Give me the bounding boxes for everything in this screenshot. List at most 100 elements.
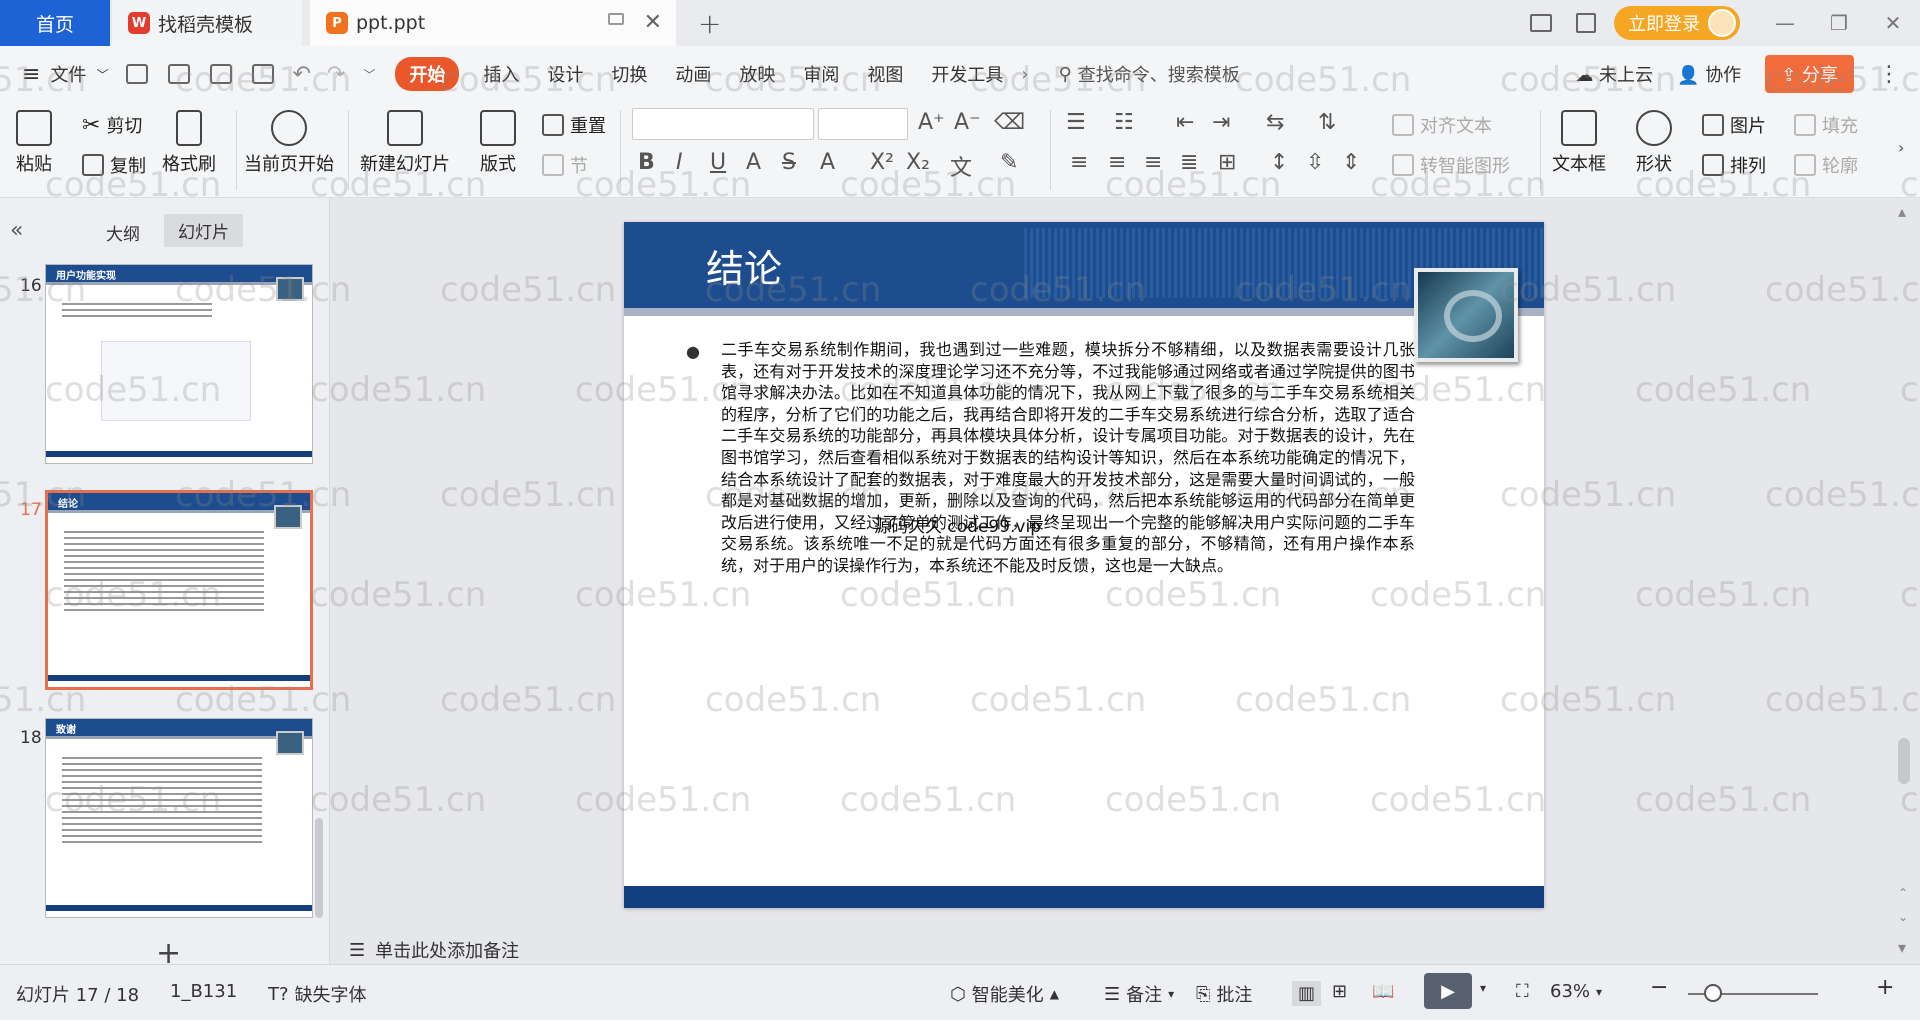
notes-toggle[interactable]: ☰ 备注 ▾ <box>1104 981 1174 1007</box>
decrease-font-icon[interactable]: A⁻ <box>954 110 981 135</box>
subscript-icon[interactable]: X₂ <box>906 150 930 175</box>
slide-thumbnail-16[interactable]: 用户功能实现 <box>45 264 313 464</box>
layout-icon[interactable] <box>1530 14 1552 32</box>
collapse-panel-icon[interactable]: « <box>10 218 23 243</box>
text-direction-icon[interactable]: ⇆ <box>1266 110 1284 135</box>
column-icon[interactable]: ⇕ <box>1342 150 1360 175</box>
normal-view-icon[interactable]: ▥ <box>1292 981 1322 1006</box>
format-painter-button[interactable]: 格式刷 <box>162 110 216 176</box>
minimize-button[interactable]: — <box>1758 11 1812 35</box>
overlay-textbox[interactable]: 源码久久 code99.vip <box>874 512 1041 537</box>
command-search[interactable]: ⚲ 查找命令、搜索模板 <box>1059 61 1240 87</box>
slide-sorter-icon[interactable]: ⊞ <box>1332 981 1347 1002</box>
align-text-button[interactable]: 对齐文本 <box>1392 112 1492 138</box>
collab-button[interactable]: 👤 协作 <box>1677 61 1741 87</box>
menu-view[interactable]: 视图 <box>867 61 903 87</box>
share-button[interactable]: ⇪ 分享 <box>1765 55 1854 93</box>
phonetic-icon[interactable]: 文 <box>950 150 972 182</box>
zoom-select[interactable]: 63% ▾ <box>1550 981 1602 1002</box>
comment-toggle[interactable]: ⎘ 批注 <box>1196 981 1252 1007</box>
font-family-select[interactable] <box>632 108 814 140</box>
paste-button[interactable]: 粘贴 <box>16 110 52 176</box>
section-button[interactable]: 节 <box>542 152 588 178</box>
beautify-button[interactable]: ⬡ 智能美化 ▲ <box>950 981 1059 1007</box>
italic-icon[interactable]: I <box>676 150 683 175</box>
missing-font-button[interactable]: T? 缺失字体 <box>268 981 367 1007</box>
cut-button[interactable]: ✂ 剪切 <box>82 112 142 138</box>
underline-icon[interactable]: U <box>710 150 726 175</box>
tab-ppt[interactable]: P ppt.ppt ✕ <box>310 0 676 46</box>
menu-insert[interactable]: 插入 <box>483 61 519 87</box>
monitor-icon[interactable] <box>608 13 624 25</box>
slide-image[interactable] <box>1414 268 1518 362</box>
strikethrough-icon[interactable]: S <box>782 150 796 175</box>
scroll-down-icon[interactable]: ▾ <box>1898 938 1906 957</box>
font-color-icon[interactable]: A <box>820 150 835 175</box>
tab-slides[interactable]: 幻灯片 <box>164 214 243 247</box>
increase-indent-icon[interactable]: ⇥ <box>1212 110 1230 135</box>
scrollbar-thumb[interactable] <box>1898 738 1910 784</box>
fit-window-icon[interactable]: ⛶ <box>1516 981 1529 1002</box>
quick-access-dropdown-icon[interactable]: ﹀ <box>363 66 375 83</box>
reading-view-icon[interactable]: 📖 <box>1372 981 1394 1002</box>
grid-icon[interactable] <box>1576 13 1596 33</box>
smart-art-button[interactable]: 转智能图形 <box>1392 152 1510 178</box>
prev-slide-icon[interactable]: ⌃ <box>1898 886 1908 900</box>
slide-body-text[interactable]: 二手车交易系统制作期间，我也遇到过一些难题，模块拆分不够精细，以及数据表需要设计… <box>721 339 1415 577</box>
menu-developer[interactable]: 开发工具 <box>931 61 1003 87</box>
copy-button[interactable]: 复制 <box>82 152 146 178</box>
window-close-button[interactable]: ✕ <box>1866 11 1920 35</box>
bold-icon[interactable]: B <box>638 150 655 175</box>
tab-outline[interactable]: 大纲 <box>106 220 140 245</box>
justify-icon[interactable]: ≣ <box>1180 150 1198 175</box>
login-button[interactable]: 立即登录 <box>1614 6 1740 40</box>
menu-animation[interactable]: 动画 <box>675 61 711 87</box>
more-icon[interactable]: ⋮ <box>1878 62 1900 87</box>
cloud-status[interactable]: ☁ 未上云 <box>1575 61 1653 87</box>
tab-home[interactable]: 首页 <box>0 0 110 46</box>
menu-design[interactable]: 设计 <box>547 61 583 87</box>
superscript-icon[interactable]: X² <box>870 150 894 175</box>
theme-name[interactable]: 1_B131 <box>170 981 237 1002</box>
tab-template[interactable]: W 找稻壳模板 <box>112 0 302 46</box>
image-button[interactable]: 图片 <box>1702 112 1766 138</box>
print-icon[interactable] <box>210 64 233 84</box>
print-preview-icon[interactable] <box>252 64 275 84</box>
highlight-icon[interactable]: ✎ <box>1000 150 1018 175</box>
menu-start[interactable]: 开始 <box>395 57 460 91</box>
scroll-up-icon[interactable]: ▴ <box>1898 202 1906 221</box>
distribute-icon[interactable]: ⊞ <box>1218 150 1236 175</box>
canvas-scrollbar[interactable]: ▴ ⌃ ⌄ ▾ <box>1888 198 1920 964</box>
undo-icon[interactable]: ↶ <box>292 62 310 87</box>
align-right-icon[interactable]: ≡ <box>1144 150 1162 175</box>
textbox-button[interactable]: 文本框 <box>1552 110 1606 176</box>
text-shadow-icon[interactable]: A <box>746 150 761 175</box>
shape-button[interactable]: 形状 <box>1636 110 1672 176</box>
decrease-indent-icon[interactable]: ⇤ <box>1176 110 1194 135</box>
export-pdf-icon[interactable] <box>168 64 191 84</box>
menu-file[interactable]: ≡ 文件 ﹀ <box>22 61 108 87</box>
slide-thumbnail-17[interactable]: 结论 <box>45 490 313 690</box>
zoom-out-button[interactable]: − <box>1650 975 1668 1000</box>
play-dropdown-icon[interactable]: ▾ <box>1480 981 1486 995</box>
paragraph-spacing-icon[interactable]: ⇳ <box>1306 150 1324 175</box>
slide-thumbnail-18[interactable]: 致谢 <box>45 718 313 918</box>
more-menu-arrow-icon[interactable]: › <box>1021 64 1028 85</box>
menu-transition[interactable]: 切换 <box>611 61 647 87</box>
notes-area[interactable]: ☰ 单击此处添加备注 <box>331 936 1888 964</box>
align-left-icon[interactable]: ≡ <box>1070 150 1088 175</box>
ribbon-scroll-right-icon[interactable]: › <box>1898 138 1904 157</box>
font-size-select[interactable] <box>818 108 908 140</box>
increase-font-icon[interactable]: A⁺ <box>918 110 945 135</box>
redo-icon[interactable]: ↷ <box>327 62 345 87</box>
start-from-current-button[interactable]: 当前页开始 <box>244 110 334 176</box>
panel-scrollbar[interactable] <box>315 818 323 918</box>
arrange-button[interactable]: 排列 <box>1702 152 1766 178</box>
fill-button[interactable]: 填充 <box>1794 112 1858 138</box>
layout-button[interactable]: 版式 <box>480 110 516 176</box>
current-slide[interactable]: 结论 ● 二手车交易系统制作期间，我也遇到过一些难题，模块拆分不够精细，以及数据… <box>624 222 1544 908</box>
zoom-slider-handle[interactable] <box>1704 984 1722 1002</box>
tab-close-button[interactable]: ✕ <box>644 10 662 35</box>
new-slide-button[interactable]: 新建幻灯片 <box>360 110 450 176</box>
menu-review[interactable]: 审阅 <box>803 61 839 87</box>
